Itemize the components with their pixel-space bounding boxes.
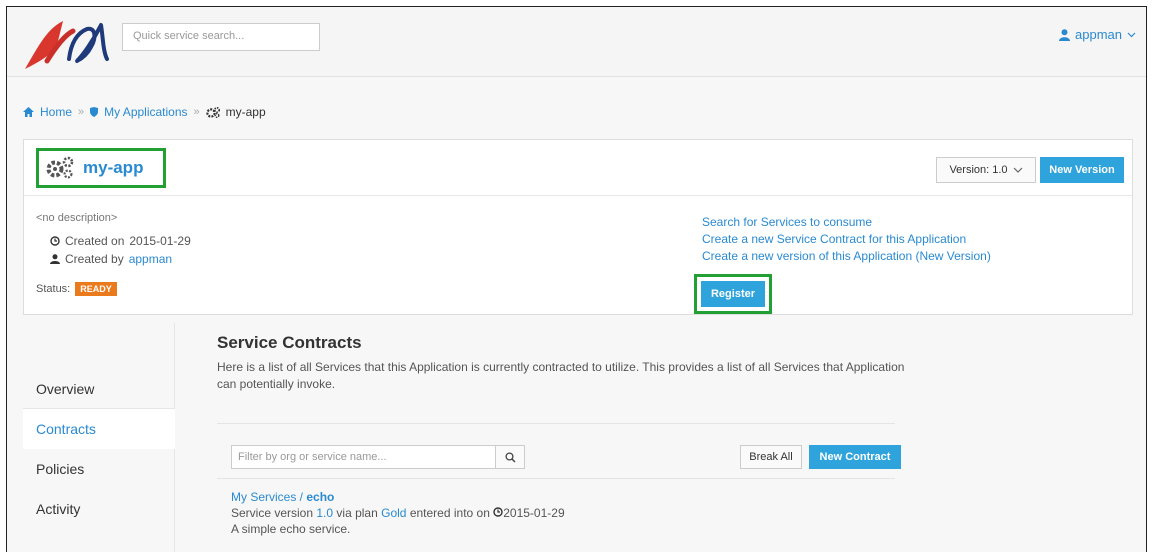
- contract-title: My Services / echo: [231, 489, 565, 505]
- version-select[interactable]: Version: 1.0: [936, 157, 1036, 183]
- apiman-logo[interactable]: [17, 15, 117, 73]
- break-all-button[interactable]: Break All: [740, 445, 802, 469]
- contract-service-link[interactable]: echo: [306, 490, 334, 504]
- created-by-prefix: Created by: [65, 252, 124, 266]
- home-icon: [23, 107, 34, 117]
- create-contract-link[interactable]: Create a new Service Contract for this A…: [702, 231, 991, 248]
- filter-search-button[interactable]: [495, 445, 525, 469]
- entered-prefix: entered into on: [409, 506, 490, 520]
- clock-icon: [50, 236, 60, 246]
- list-item: My Services / echo Service version 1.0 v…: [231, 489, 565, 537]
- contract-separator: /: [296, 490, 307, 504]
- gears-icon: [46, 156, 74, 179]
- shield-icon: [90, 107, 99, 117]
- created-by-user[interactable]: appman: [129, 252, 172, 266]
- tab-policies[interactable]: Policies: [23, 449, 175, 489]
- created-on: Created on 2015-01-29: [50, 234, 191, 248]
- new-version-button[interactable]: New Version: [1040, 157, 1124, 183]
- breadcrumb-separator: »: [193, 106, 200, 118]
- search-services-link[interactable]: Search for Services to consume: [702, 214, 991, 231]
- contracts-section: Service Contracts Here is a list of all …: [217, 333, 907, 393]
- breadcrumb-applications[interactable]: My Applications: [104, 105, 187, 119]
- contract-version-link[interactable]: 1.0: [316, 506, 333, 520]
- breadcrumb: Home » My Applications » my-app: [23, 105, 266, 119]
- status-row: Status: READY: [36, 282, 117, 296]
- contract-filter-input[interactable]: Filter by org or service name...: [231, 445, 497, 469]
- breadcrumb-home[interactable]: Home: [40, 105, 72, 119]
- top-header: Quick service search... appman: [7, 7, 1146, 77]
- divider: [217, 423, 895, 424]
- gears-icon: [205, 106, 220, 118]
- search-icon: [504, 451, 516, 463]
- new-contract-button[interactable]: New Contract: [809, 445, 901, 469]
- tab-overview[interactable]: Overview: [23, 369, 175, 409]
- plan-prefix: via plan: [336, 506, 378, 520]
- tab-contracts[interactable]: Contracts: [23, 409, 175, 449]
- app-header-panel: my-app Version: 1.0 New Version <no desc…: [23, 139, 1133, 315]
- user-menu[interactable]: appman: [1059, 27, 1136, 42]
- created-by: Created by appman: [50, 252, 172, 266]
- contract-details: Service version 1.0 via plan Gold entere…: [231, 505, 565, 521]
- tab-activity[interactable]: Activity: [23, 489, 175, 529]
- section-title: Service Contracts: [217, 333, 362, 352]
- status-label: Status:: [36, 283, 71, 295]
- user-icon: [1059, 28, 1071, 41]
- breadcrumb-current: my-app: [225, 105, 266, 119]
- breadcrumb-separator: »: [78, 106, 85, 118]
- app-header-top: my-app Version: 1.0 New Version: [24, 140, 1132, 196]
- register-highlight: Register: [694, 274, 772, 314]
- chevron-down-icon: [1127, 32, 1136, 37]
- contract-plan-link[interactable]: Gold: [381, 506, 406, 520]
- app-actions: Search for Services to consume Create a …: [702, 214, 991, 265]
- app-window: Quick service search... appman Home » My…: [6, 6, 1147, 552]
- quick-search-input[interactable]: Quick service search...: [122, 23, 320, 51]
- contract-org-link[interactable]: My Services: [231, 490, 296, 504]
- contract-description: A simple echo service.: [231, 522, 351, 536]
- user-name: appman: [1075, 27, 1122, 42]
- sidebar-nav: Overview Contracts Policies Activity: [23, 323, 175, 552]
- register-button[interactable]: Register: [701, 281, 765, 307]
- version-prefix: Service version: [231, 506, 314, 520]
- created-on-prefix: Created on: [65, 234, 125, 248]
- status-badge: READY: [75, 282, 117, 296]
- section-intro: Here is a list of all Services that this…: [217, 360, 905, 391]
- app-description: <no description>: [36, 212, 118, 224]
- version-label: Version: 1.0: [949, 164, 1008, 176]
- contract-date: 2015-01-29: [503, 506, 565, 520]
- create-version-link[interactable]: Create a new version of this Application…: [702, 248, 991, 265]
- chevron-down-icon: [1013, 167, 1022, 173]
- divider: [217, 478, 895, 479]
- user-icon: [50, 254, 60, 264]
- app-title-highlight: my-app: [36, 148, 166, 188]
- clock-icon: [493, 507, 503, 517]
- app-title: my-app: [83, 158, 144, 177]
- created-on-date: 2015-01-29: [129, 234, 191, 248]
